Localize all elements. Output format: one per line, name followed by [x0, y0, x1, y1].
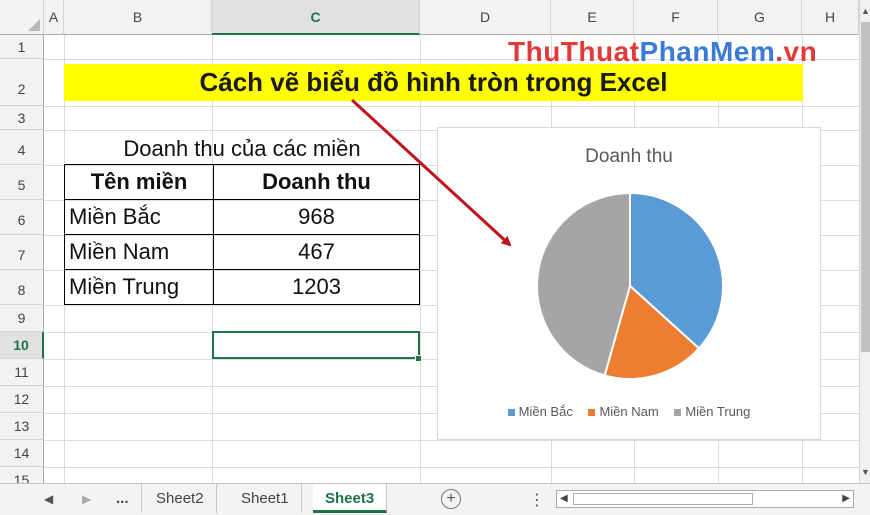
gridline — [44, 467, 859, 468]
tab-sheet2[interactable]: Sheet2 — [144, 484, 217, 513]
chart-legend[interactable]: Miền Bắc Miền Nam Miền Trung — [438, 404, 820, 419]
header-ten-mien[interactable]: Tên miền — [64, 164, 214, 200]
watermark-part-2: PhanMem — [639, 36, 776, 67]
tab-ellipsis[interactable]: ... — [104, 484, 142, 513]
row-header-14[interactable]: 14 — [0, 440, 44, 467]
row-header-15[interactable]: 15 — [0, 467, 44, 483]
table-header-row: Tên miền Doanh thu — [64, 164, 420, 200]
scroll-up-icon[interactable]: ▲ — [860, 4, 870, 18]
tab-sheet3[interactable]: Sheet3 — [313, 484, 388, 513]
prev-sheet-icon[interactable]: ◀ — [44, 492, 53, 506]
gridline — [420, 35, 421, 483]
sheet-tab-bar: ◀ ▶ ... Sheet2 Sheet1 Sheet3 + ⋮ ◀ ▶ — [0, 483, 870, 515]
row-header-8[interactable]: 8 — [0, 270, 44, 305]
vertical-scroll-thumb[interactable] — [861, 22, 870, 352]
legend-item: Miền Bắc — [507, 404, 573, 419]
row-header-11[interactable]: 11 — [0, 359, 44, 386]
row-header-7[interactable]: 7 — [0, 235, 44, 270]
row-header-1[interactable]: 1 — [0, 35, 44, 59]
vertical-scrollbar[interactable]: ▲ ▼ — [859, 0, 870, 483]
row-header-3[interactable]: 3 — [0, 106, 44, 130]
select-all-triangle-icon — [28, 19, 40, 31]
legend-item: Miền Nam — [588, 404, 659, 419]
column-header-a[interactable]: A — [44, 0, 64, 35]
row-header-9[interactable]: 9 — [0, 305, 44, 332]
column-header-d[interactable]: D — [420, 0, 551, 35]
horizontal-scrollbar[interactable]: ◀ ▶ — [556, 490, 854, 508]
column-header-g[interactable]: G — [718, 0, 802, 35]
column-header-h[interactable]: H — [802, 0, 859, 35]
table-row: Miền Trung 1203 — [64, 269, 420, 305]
cell-region[interactable]: Miền Trung — [64, 269, 214, 305]
fill-handle[interactable] — [415, 355, 422, 362]
column-header-f[interactable]: F — [634, 0, 718, 35]
legend-swatch — [588, 409, 596, 417]
scroll-left-icon[interactable]: ◀ — [560, 493, 568, 504]
legend-item: Miền Trung — [674, 404, 750, 419]
revenue-table: Tên miền Doanh thu Miền Bắc 968 Miền Nam… — [64, 164, 420, 305]
options-dots-icon[interactable]: ⋮ — [529, 490, 545, 510]
cell-region[interactable]: Miền Nam — [64, 234, 214, 270]
legend-swatch — [507, 409, 515, 417]
watermark-logo: ThuThuatPhanMem.vn — [508, 36, 817, 68]
legend-label: Miền Trung — [685, 404, 751, 419]
row-header-13[interactable]: 13 — [0, 413, 44, 440]
active-cell-c10[interactable] — [212, 331, 420, 359]
sheet-title[interactable]: Cách vẽ biểu đồ hình tròn trong Excel — [64, 64, 803, 101]
watermark-part-1: ThuThuat — [508, 36, 640, 67]
pie-chart[interactable]: Doanh thu Miền Bắc Miền Nam Miền Trung — [437, 127, 821, 440]
select-all-corner[interactable] — [0, 0, 44, 35]
row-header-12[interactable]: 12 — [0, 386, 44, 413]
header-doanh-thu[interactable]: Doanh thu — [213, 164, 420, 200]
pie-chart-plot — [536, 191, 724, 380]
legend-label: Miền Bắc — [518, 404, 573, 419]
table-row: Miền Nam 467 — [64, 234, 420, 270]
cell-region[interactable]: Miền Bắc — [64, 199, 214, 235]
table-caption[interactable]: Doanh thu của các miền — [64, 134, 420, 164]
legend-label: Miền Nam — [599, 404, 659, 419]
row-header-5[interactable]: 5 — [0, 165, 44, 200]
scroll-right-icon[interactable]: ▶ — [842, 493, 850, 504]
watermark-part-3: .vn — [775, 36, 818, 67]
add-sheet-icon[interactable]: + — [441, 489, 461, 509]
cell-revenue[interactable]: 1203 — [213, 269, 420, 305]
next-sheet-icon[interactable]: ▶ — [82, 492, 91, 506]
legend-swatch — [674, 409, 682, 417]
cell-revenue[interactable]: 467 — [213, 234, 420, 270]
horizontal-scroll-thumb[interactable] — [573, 493, 753, 505]
worksheet-grid[interactable]: A B C D E F G H 1 2 3 4 5 6 7 8 9 10 11 … — [0, 0, 870, 483]
row-header-4[interactable]: 4 — [0, 130, 44, 165]
table-row: Miền Bắc 968 — [64, 199, 420, 235]
cell-revenue[interactable]: 968 — [213, 199, 420, 235]
scroll-down-icon[interactable]: ▼ — [860, 465, 870, 479]
tab-sheet1[interactable]: Sheet1 — [229, 484, 302, 513]
gridline — [44, 106, 859, 107]
row-header-6[interactable]: 6 — [0, 200, 44, 235]
column-header-b[interactable]: B — [64, 0, 212, 35]
row-header-2[interactable]: 2 — [0, 59, 44, 106]
column-header-c[interactable]: C — [212, 0, 420, 35]
row-header-10[interactable]: 10 — [0, 332, 44, 359]
column-header-e[interactable]: E — [551, 0, 634, 35]
